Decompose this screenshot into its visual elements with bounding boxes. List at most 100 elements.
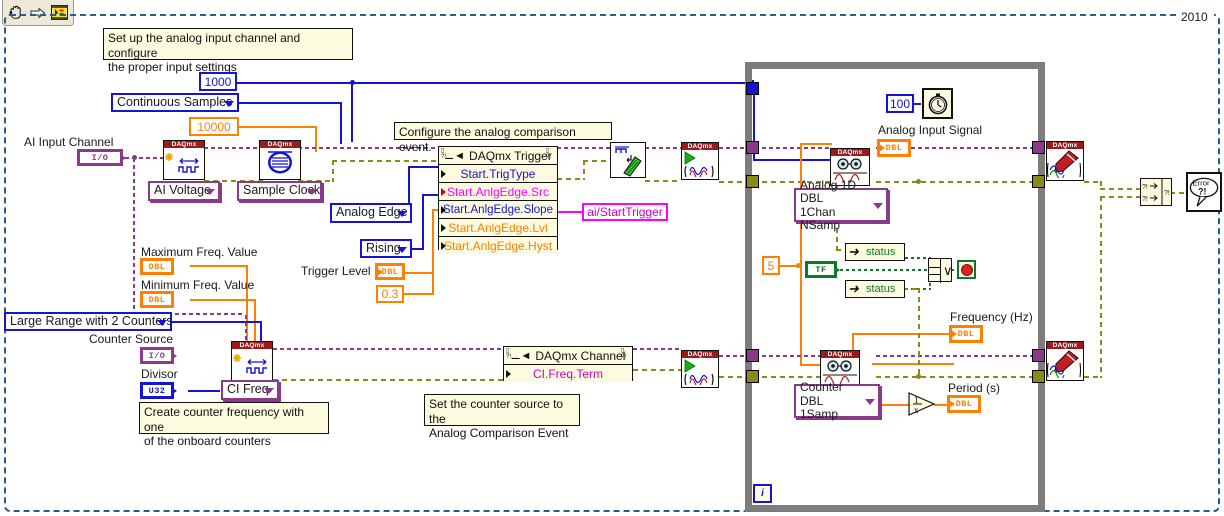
terminal-tip-icon [171,386,177,395]
vi-daqmx-clear-task-ai[interactable]: DAQmx [1046,141,1084,181]
enum-read-analog-label: Analog 1D DBL 1Chan NSamp [800,177,857,232]
vi-daqmx-clear-task-counter[interactable]: DAQmx [1046,341,1084,381]
wire-samples-to-loop [237,82,752,84]
vi-header-label: DAQmx [1047,142,1083,149]
wire-method [170,321,262,323]
enum-counter-method[interactable]: Large Range with 2 Counters [4,312,173,331]
vi-header-label: DAQmx [1047,342,1083,349]
enum-sample-mode-label: Continuous Samples [117,94,233,109]
enum-read-counter-instance[interactable]: Counter DBL 1Samp [794,380,880,422]
stop-button-terminal[interactable] [957,260,976,279]
status-label: status [866,246,896,258]
enum-sample-mode[interactable]: Continuous Samples [111,93,239,112]
property-input-arrow-icon [441,205,446,214]
constant-start-trigger-source[interactable]: ai/StartTrigger [582,203,668,221]
property-row-anlgedge-slope[interactable]: Start.AnlgEdge.Slope [439,201,557,219]
terminal-type-label: DBL [148,261,166,272]
terminal-maximum-freq[interactable]: DBL [141,259,173,274]
loop-tunnel-counter-task-out[interactable] [1032,349,1045,362]
property-row-anlgedge-hyst[interactable]: Start.AnlgEdge.Hyst [439,237,557,254]
indicator-frequency[interactable]: DBL [950,326,982,342]
loop-tunnel-error-out[interactable] [1032,175,1045,188]
wire-trigtype [410,166,440,168]
vi-simple-error-handler[interactable]: Error ?! [1186,172,1222,212]
svg-text:x: x [914,405,919,415]
vi-header-label: DAQmx [232,342,272,349]
terminal-trigger-level[interactable]: DBL [376,264,404,279]
property-input-arrow-icon [441,187,446,196]
property-row-anlgedge-src[interactable]: Start.AnlgEdge.Src [439,183,557,201]
wire-samples-branch [351,82,353,142]
function-reciprocal[interactable]: 1 x [908,392,936,416]
constant-trigger-hysteresis[interactable]: 0.3 [376,285,404,303]
terminal-tip-icon [951,330,957,338]
terminal-type-label: I/O [91,152,109,163]
wire-err-trig-out [557,178,585,180]
constant-wait-ms[interactable]: 100 [886,94,914,113]
loop-tunnel-error-in[interactable] [746,175,759,188]
enum-read-analog-instance[interactable]: Analog 1D DBL 1Chan NSamp [794,178,888,232]
property-row-ci-freq-term[interactable]: CI.Freq.Term [504,365,632,382]
loop-tunnel-counter-task-in[interactable] [746,349,759,362]
wire-starttrigger-h [555,211,583,213]
constant-samples-per-channel[interactable]: 1000 [199,72,237,91]
error-handler-label-bottom: ?! [1198,186,1206,196]
indicator-analog-input-signal[interactable]: DBL [878,140,910,156]
label-period: Period (s) [948,381,1001,395]
loop-tunnel-counter-error-in[interactable] [746,370,759,383]
constant-rate[interactable]: 10000 [189,117,239,136]
unbundle-status-bottom[interactable]: ➜ status [845,280,905,298]
property-node-daqmx-channel[interactable]: ▯?! ⚊◄ DAQmx Channel ▯?! CI.Freq.Term [503,346,633,382]
terminal-type-label: DBL [955,399,973,409]
wire-triglevel-const [400,293,434,295]
terminal-counter-source[interactable]: I/O [141,348,177,363]
vi-wait-ms[interactable] [922,88,953,119]
enum-read-counter-label: Counter DBL 1Samp [800,380,843,422]
function-or[interactable]: ∨ [928,258,953,283]
property-label: CI.Freq.Term [532,366,603,381]
enum-trigger-type[interactable]: Analog Edge [330,203,412,223]
vi-body [611,143,645,177]
property-row-anlgedge-lvl[interactable]: Start.AnlgEdge.Lvl [439,219,557,237]
vi-daqmx-timing[interactable]: DAQmx [259,140,301,180]
loop-tunnel-blue[interactable] [746,82,759,95]
chevron-down-icon [264,388,274,394]
indicator-period[interactable]: DBL [948,396,980,412]
vi-daqmx-create-ai-channel[interactable]: DAQmx [163,140,205,180]
function-merge-errors[interactable]: ?! ?! ?! [1140,178,1172,206]
wire-task-trig-out [557,147,611,149]
enum-ci-measurement-type[interactable]: CI Freq [221,380,279,400]
svg-text:?!: ?! [1142,184,1148,191]
vi-header-label: DAQmx [260,141,300,148]
terminal-tip-icon [377,267,383,276]
loop-tunnel-task-out[interactable] [1032,141,1045,154]
wire-sample-mode-down [340,102,342,144]
control-stop-boolean[interactable]: TF [806,262,840,277]
constant-counter-samples[interactable]: 5 [762,256,780,275]
terminal-type-label: DBL [381,266,399,277]
terminal-divisor[interactable]: U32 [141,383,177,398]
unbundle-status-top[interactable]: ➜ status [845,243,905,261]
vi-daqmx-start-task-counter[interactable]: DAQmx [681,350,719,388]
wire-task-ai-1 [204,147,266,149]
wire-merge-in2 [1100,196,1142,198]
vi-body [164,148,204,179]
loop-tunnel-counter-error-out[interactable] [1032,370,1045,383]
enum-ai-measurement-type[interactable]: AI Voltage [148,181,220,201]
enum-slope[interactable]: Rising [360,239,412,258]
vi-daqmx-start-task-ai[interactable]: DAQmx [681,142,719,180]
year-label: 2010 [1178,10,1214,25]
enum-sample-clock-source[interactable]: Sample Clock [237,181,322,201]
svg-text:?!: ?! [1164,190,1170,197]
terminal-minimum-freq[interactable]: DBL [141,292,173,307]
wire-task-evt [645,147,681,149]
chevron-down-icon [205,189,215,195]
loop-tunnel-task-in[interactable] [746,141,759,154]
terminal-ai-input-channel[interactable]: I/O [78,150,126,165]
property-row-trigtype[interactable]: Start.TrigType [439,165,557,183]
vi-analog-comparison-event[interactable] [610,142,646,178]
vi-daqmx-create-ci-channel[interactable]: DAQmx [231,341,273,381]
enum-slope-label: Rising [366,240,401,255]
property-node-daqmx-trigger[interactable]: ▯?! ⚊◄ DAQmx Trigger ▯?! Start.TrigType … [438,146,558,254]
property-label: Start.TrigType [460,166,536,181]
